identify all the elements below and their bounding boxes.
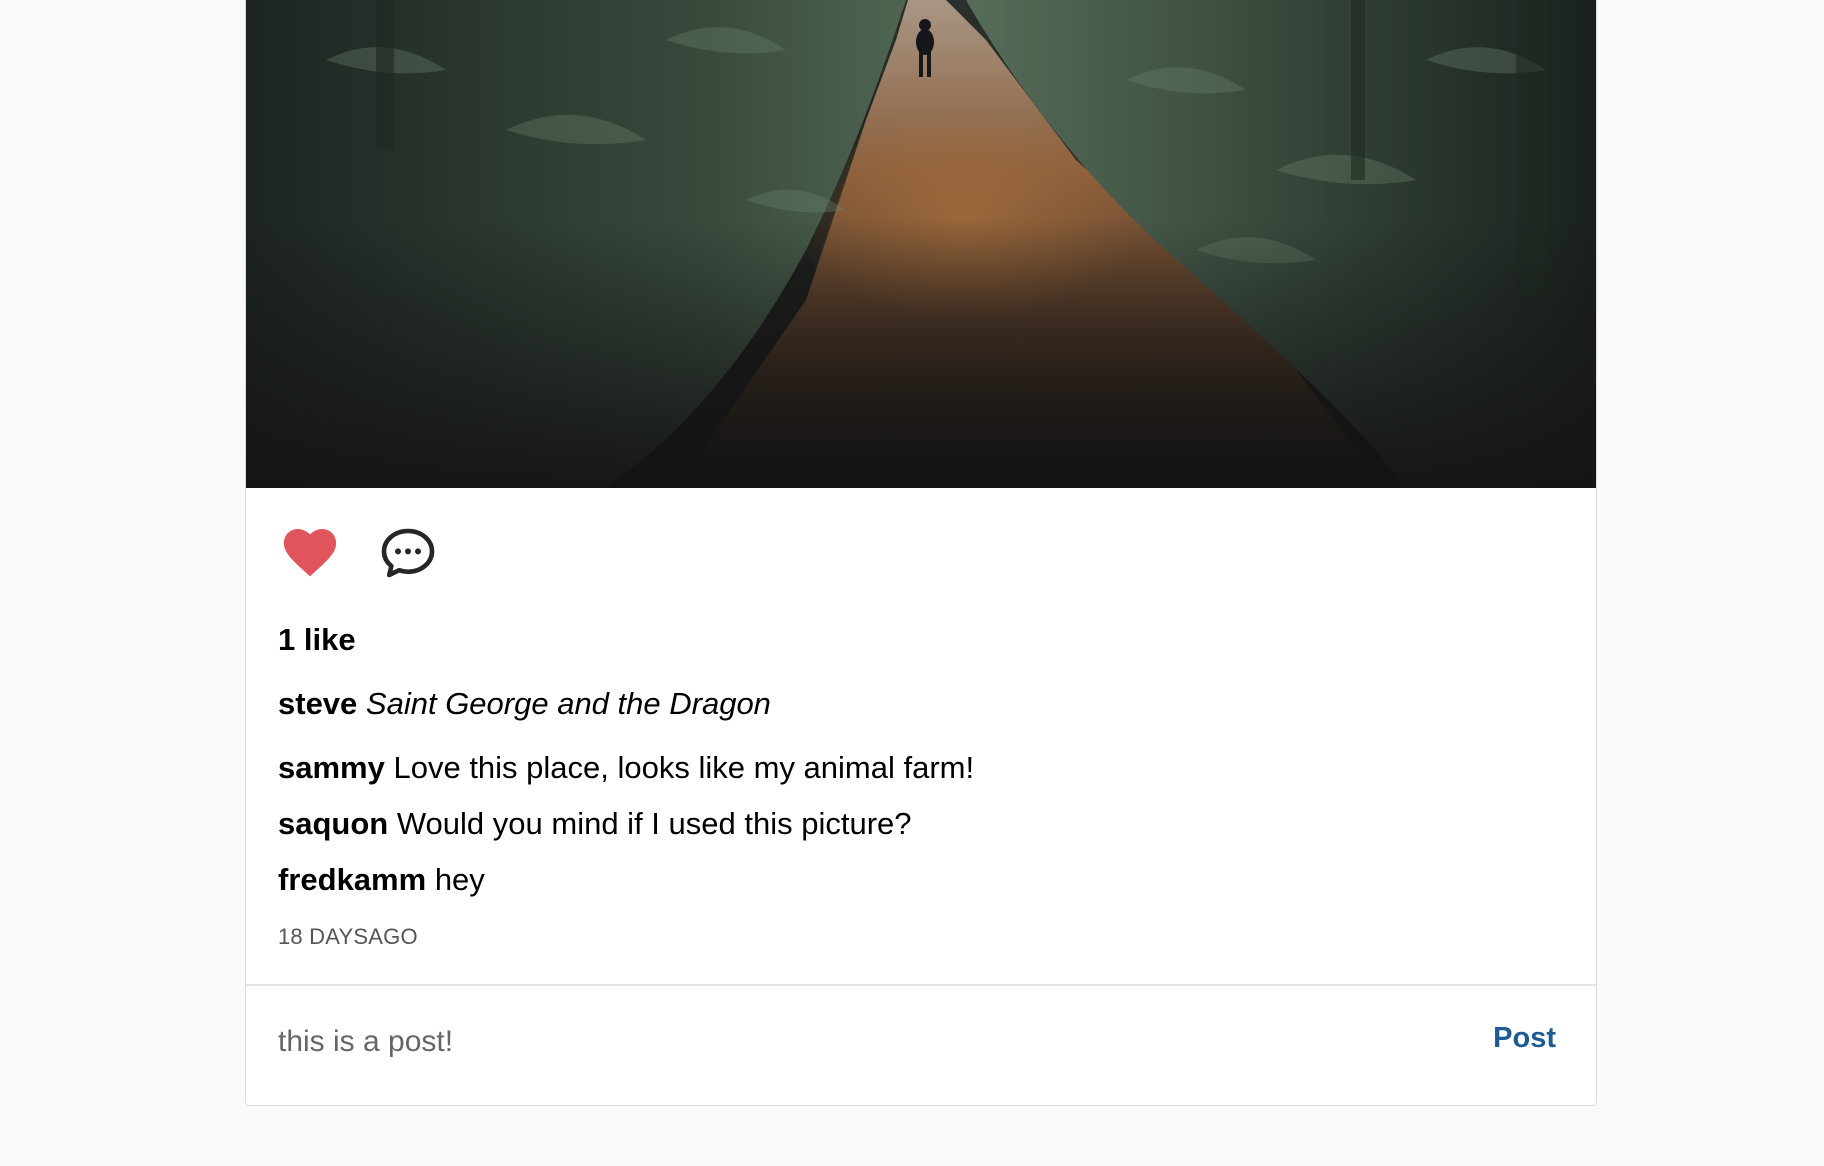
comment-text: hey [434, 862, 485, 897]
post-timestamp: 18 DAYSAGO [278, 924, 418, 949]
comment-button[interactable] [380, 527, 436, 579]
comment-list: sammy Love this place, looks like my ani… [278, 749, 974, 917]
forest-path-photo [246, 0, 1596, 488]
post-caption: steve Saint George and the Dragon [278, 685, 771, 723]
comment-input[interactable] [278, 1022, 1428, 1062]
comment-username[interactable]: saquon [278, 806, 388, 841]
comment-item: saquon Would you mind if I used this pic… [278, 805, 974, 861]
post-comment-button[interactable]: Post [1493, 1018, 1556, 1058]
comment-item: sammy Love this place, looks like my ani… [278, 749, 974, 805]
post-card: 1 like steve Saint George and the Dragon… [245, 0, 1597, 1106]
like-count: 1 like [278, 622, 356, 657]
caption-username[interactable]: steve [278, 686, 357, 721]
add-comment-form: Post [246, 986, 1596, 1104]
heart-icon [283, 528, 337, 577]
caption-text: Saint George and the Dragon [365, 686, 771, 721]
comment-text: Would you mind if I used this picture? [396, 806, 912, 841]
comment-bubble-icon [381, 528, 435, 578]
comment-username[interactable]: fredkamm [278, 862, 426, 897]
post-actions [282, 527, 436, 579]
comment-item: fredkamm hey [278, 861, 974, 917]
post-image [246, 0, 1596, 488]
comment-username[interactable]: sammy [278, 750, 385, 785]
like-button[interactable] [282, 527, 338, 579]
comment-text: Love this place, looks like my animal fa… [393, 750, 975, 785]
